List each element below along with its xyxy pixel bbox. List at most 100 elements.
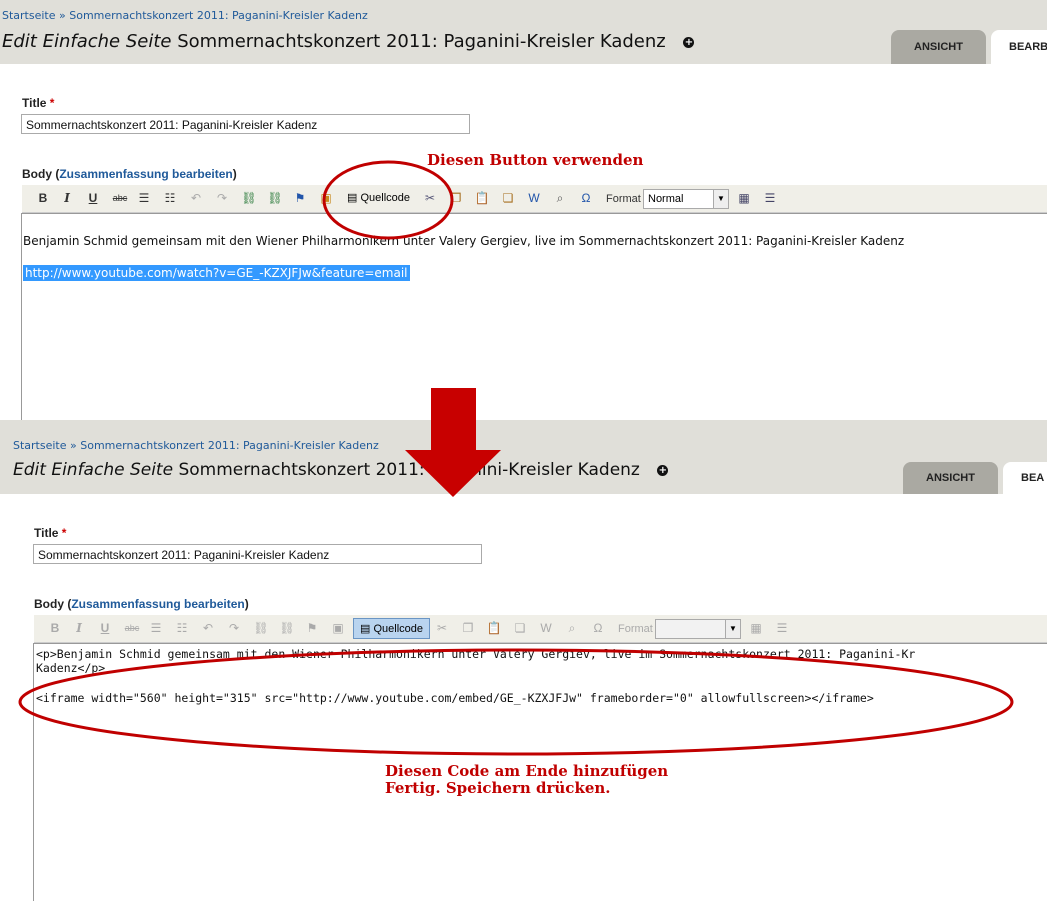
source-code-button[interactable]: ▤ Quellcode (341, 188, 416, 209)
body-label-text: Body (34, 597, 64, 611)
page-title-node: Sommernachtskonzert 2011: Paganini-Kreis… (178, 460, 640, 480)
find-replace-icon[interactable]: ⌕ (552, 189, 568, 207)
editor-link-text: http://www.youtube.com/watch?v=GE_-KZXJF… (23, 265, 410, 281)
paste-icon[interactable]: 📋 (474, 189, 490, 207)
paste-text-icon[interactable]: ❏ (512, 619, 528, 637)
add-shortcut-icon[interactable]: + (657, 464, 669, 476)
numbered-list-icon[interactable]: ☷ (162, 189, 178, 207)
breadcrumb-current-link[interactable]: Sommernachtskonzert 2011: Paganini-Kreis… (69, 9, 368, 22)
copy-icon[interactable]: ❐ (448, 189, 464, 207)
undo-icon[interactable]: ↶ (188, 189, 204, 207)
panel-after: Startseite » Sommernachtskonzert 2011: P… (0, 420, 1047, 901)
paste-icon[interactable]: 📋 (486, 619, 502, 637)
page-title: Edit Einfache Seite Sommernachtskonzert … (2, 31, 695, 52)
chevron-down-icon: ▼ (713, 190, 728, 208)
anchor-flag-icon[interactable]: ⚑ (292, 189, 308, 207)
wysiwyg-editor[interactable]: Benjamin Schmid gemeinsam mit den Wiener… (21, 213, 1047, 420)
tab-bearbeiten[interactable]: BEA (1003, 462, 1047, 494)
tab-ansicht[interactable]: ANSICHT (891, 30, 986, 64)
special-char-icon[interactable]: Ω (578, 189, 594, 207)
redo-icon[interactable]: ↷ (226, 619, 242, 637)
special-char-icon[interactable]: Ω (590, 619, 606, 637)
breadcrumb-separator: » (70, 439, 77, 452)
title-input[interactable]: Sommernachtskonzert 2011: Paganini-Kreis… (33, 544, 482, 564)
cut-icon[interactable]: ✂ (434, 619, 450, 637)
format-label: Format (618, 623, 653, 635)
source-code-label: Quellcode (373, 623, 424, 635)
breadcrumb: Startseite » Sommernachtskonzert 2011: P… (2, 9, 368, 22)
code-line-3: <iframe width="560" height="315" src="ht… (36, 691, 874, 705)
unlink-icon[interactable]: ⛓ (278, 619, 296, 637)
horizontal-rule-icon[interactable]: ☰ (774, 619, 790, 637)
panel-before: Startseite » Sommernachtskonzert 2011: P… (0, 0, 1047, 420)
title-label-text: Title (34, 526, 59, 540)
annotation-add-code: Diesen Code am Ende hinzufügen (385, 762, 669, 780)
add-shortcut-icon[interactable]: + (683, 36, 695, 48)
link-icon[interactable]: ⛓ (240, 189, 258, 207)
bold-button[interactable]: B (36, 189, 50, 207)
unlink-icon[interactable]: ⛓ (266, 189, 284, 207)
title-label: Title * (34, 526, 66, 540)
table-icon[interactable]: ▦ (748, 619, 764, 637)
cut-icon[interactable]: ✂ (422, 189, 438, 207)
code-line-2: Kadenz</p> (36, 661, 106, 675)
horizontal-rule-icon[interactable]: ☰ (762, 189, 778, 207)
code-line-1: <p>Benjamin Schmid gemeinsam mit den Wie… (36, 647, 916, 661)
tab-bearbeiten[interactable]: BEARB (991, 30, 1047, 64)
body-label-text: Body (22, 167, 52, 181)
image-icon[interactable]: ▣ (330, 619, 346, 637)
table-icon[interactable]: ▦ (736, 189, 752, 207)
breadcrumb-separator: » (59, 9, 66, 22)
italic-button[interactable]: I (60, 189, 74, 207)
paste-text-icon[interactable]: ❏ (500, 189, 516, 207)
annotation-use-button: Diesen Button verwenden (427, 151, 644, 169)
page-title-prefix: Edit Einfache Seite (13, 460, 174, 480)
page-title: Edit Einfache Seite Sommernachtskonzert … (13, 460, 669, 480)
selected-link: http://www.youtube.com/watch?v=GE_-KZXJF… (23, 265, 410, 281)
format-select[interactable]: ▼ (655, 619, 741, 639)
summary-edit-link[interactable]: Zusammenfassung bearbeiten (59, 167, 232, 181)
required-mark: * (49, 96, 55, 110)
format-select[interactable]: Normal ▼ (643, 189, 729, 209)
bullet-list-icon[interactable]: ☰ (148, 619, 164, 637)
source-code-icon: ▤ (360, 623, 371, 635)
image-icon[interactable]: ▣ (318, 189, 334, 207)
format-select-value: Normal (648, 193, 684, 205)
editor-toolbar: B I U abc ☰ ☷ ↶ ↷ ⛓ ⛓ ⚑ ▣ ▤ Quellcode ✂ … (34, 615, 1047, 643)
underline-button[interactable]: U (86, 189, 100, 207)
breadcrumb-home-link[interactable]: Startseite (13, 439, 67, 452)
page-header: Startseite » Sommernachtskonzert 2011: P… (0, 0, 1047, 64)
body-label: Body (Zusammenfassung bearbeiten) (34, 597, 249, 611)
paste-word-icon[interactable]: W (526, 189, 542, 207)
title-label-text: Title (22, 96, 47, 110)
source-code-button[interactable]: ▤ Quellcode (353, 618, 431, 639)
link-icon[interactable]: ⛓ (252, 619, 270, 637)
anchor-flag-icon[interactable]: ⚑ (304, 619, 320, 637)
editor-paragraph: Benjamin Schmid gemeinsam mit den Wiener… (23, 234, 905, 248)
format-label: Format (606, 193, 641, 205)
page-title-node: Sommernachtskonzert 2011: Paganini-Kreis… (177, 31, 666, 52)
copy-icon[interactable]: ❐ (460, 619, 476, 637)
chevron-down-icon: ▼ (725, 620, 740, 638)
bold-button[interactable]: B (48, 619, 62, 637)
breadcrumb-home-link[interactable]: Startseite (2, 9, 56, 22)
italic-button[interactable]: I (72, 619, 86, 637)
bullet-list-icon[interactable]: ☰ (136, 189, 152, 207)
breadcrumb: Startseite » Sommernachtskonzert 2011: P… (13, 439, 379, 452)
numbered-list-icon[interactable]: ☷ (174, 619, 190, 637)
editor-toolbar: B I U abc ☰ ☷ ↶ ↷ ⛓ ⛓ ⚑ ▣ ▤ Quellcode ✂ … (22, 185, 1047, 213)
paste-word-icon[interactable]: W (538, 619, 554, 637)
annotation-save: Fertig. Speichern drücken. (385, 779, 611, 797)
underline-button[interactable]: U (98, 619, 112, 637)
title-input[interactable]: Sommernachtskonzert 2011: Paganini-Kreis… (21, 114, 470, 134)
tab-ansicht[interactable]: ANSICHT (903, 462, 998, 494)
undo-icon[interactable]: ↶ (200, 619, 216, 637)
redo-icon[interactable]: ↷ (214, 189, 230, 207)
strikethrough-button[interactable]: abc (110, 189, 130, 207)
source-code-icon: ▤ (347, 192, 358, 204)
breadcrumb-current-link[interactable]: Sommernachtskonzert 2011: Paganini-Kreis… (80, 439, 379, 452)
summary-edit-link[interactable]: Zusammenfassung bearbeiten (71, 597, 244, 611)
strikethrough-button[interactable]: abc (122, 619, 142, 637)
source-code-label: Quellcode (360, 192, 411, 204)
find-replace-icon[interactable]: ⌕ (564, 619, 580, 637)
